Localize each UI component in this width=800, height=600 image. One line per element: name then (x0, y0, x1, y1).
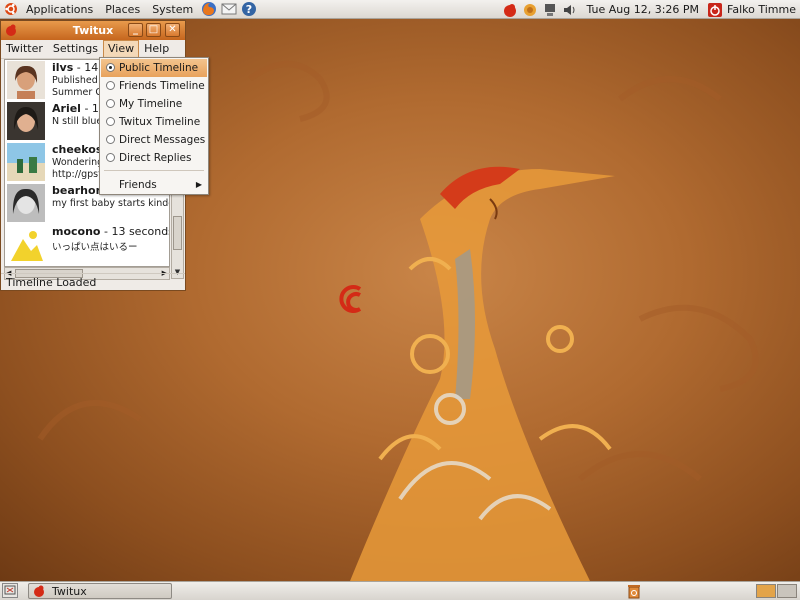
menu-item-label: Twitux Timeline (119, 116, 201, 128)
menu-item-friends[interactable]: Friends ▶ (101, 176, 207, 194)
workspace-1[interactable] (756, 584, 776, 598)
power-icon[interactable] (707, 2, 723, 18)
menu-item-twitux-timeline[interactable]: Twitux Timeline (101, 113, 207, 131)
top-panel: Applications Places System ? Tue Aug 12,… (0, 0, 800, 19)
volume-icon[interactable] (562, 2, 578, 18)
workspace-2[interactable] (777, 584, 797, 598)
menu-item-public-timeline[interactable]: Public Timeline (101, 59, 207, 77)
status-bar: Timeline Loaded (1, 273, 185, 290)
close-icon: ✕ (168, 24, 177, 35)
taskbar-item-twitux[interactable]: Twitux (28, 583, 172, 599)
radio-icon (106, 153, 115, 162)
avatar (7, 61, 45, 99)
menu-item-label: Friends (119, 179, 157, 191)
vertical-scroll-thumb[interactable] (173, 216, 182, 250)
radio-selected-icon (106, 63, 115, 72)
bottom-panel: Twitux (0, 581, 800, 600)
menu-twitter[interactable]: Twitter (1, 40, 48, 58)
menu-item-direct-messages[interactable]: Direct Messages (101, 131, 207, 149)
user-switcher[interactable]: Falko Timme (725, 0, 800, 19)
maximize-icon: □ (148, 24, 159, 35)
close-button[interactable]: ✕ (165, 23, 180, 37)
tweet-author[interactable]: ilvs (52, 61, 73, 74)
radio-icon (106, 99, 115, 108)
tweet-author[interactable]: cheekos (52, 143, 102, 156)
twitux-tray-icon[interactable] (502, 2, 518, 18)
tweet-author[interactable]: bearhon (52, 184, 103, 197)
tweet-text: Wondering (52, 157, 104, 168)
tweet-time: - 13 seconds a (103, 225, 170, 238)
maximize-button[interactable]: □ (146, 23, 161, 37)
places-menu[interactable]: Places (99, 0, 146, 19)
system-tray: Tue Aug 12, 3:26 PM Falko Timme (500, 0, 800, 19)
show-desktop-icon (4, 585, 16, 595)
twitux-task-icon (34, 585, 44, 597)
menu-item-label: My Timeline (119, 98, 183, 110)
clock[interactable]: Tue Aug 12, 3:26 PM (580, 0, 705, 19)
network-icon[interactable] (542, 2, 558, 18)
menu-item-label: Friends Timeline (119, 80, 205, 92)
menu-item-label: Public Timeline (119, 62, 199, 74)
menu-item-label: Direct Messages (119, 134, 206, 146)
tweet-text: N still blue (52, 116, 103, 127)
tweet-author[interactable]: Ariel (52, 102, 81, 115)
menu-item-direct-replies[interactable]: Direct Replies (101, 149, 207, 167)
menu-item-my-timeline[interactable]: My Timeline (101, 95, 207, 113)
menu-item-friends-timeline[interactable]: Friends Timeline (101, 77, 207, 95)
menu-view[interactable]: View (103, 40, 140, 58)
tweet-item[interactable]: mocono - 13 seconds a いっぱい点はいるー (5, 224, 170, 265)
applications-menu[interactable]: Applications (20, 0, 99, 19)
update-notifier-icon[interactable] (522, 2, 538, 18)
mail-icon[interactable] (221, 1, 237, 17)
avatar (7, 102, 45, 140)
window-titlebar[interactable]: Twitux _ □ ✕ (1, 21, 185, 40)
trash-icon[interactable] (626, 583, 642, 599)
minimize-icon: _ (133, 24, 138, 35)
radio-icon (106, 135, 115, 144)
help-icon[interactable]: ? (241, 1, 257, 17)
minimize-button[interactable]: _ (128, 23, 143, 37)
workspace-switcher[interactable] (756, 584, 798, 598)
tweet-text: いっぱい点はいるー (52, 242, 138, 253)
tweet-text: my first baby starts kinder (52, 198, 170, 209)
menu-item-label: Direct Replies (119, 152, 192, 164)
show-desktop-button[interactable] (2, 583, 18, 598)
taskbar-item-label: Twitux (52, 584, 87, 598)
submenu-arrow-icon: ▶ (195, 180, 202, 189)
tweet-text: Summer G (52, 87, 103, 98)
radio-icon (106, 117, 115, 126)
menu-settings[interactable]: Settings (48, 40, 103, 58)
svg-text:?: ? (246, 3, 252, 16)
ubuntu-logo-icon[interactable] (4, 2, 18, 16)
avatar (7, 143, 45, 181)
avatar (7, 184, 45, 222)
menu-help[interactable]: Help (139, 40, 174, 58)
avatar (7, 225, 45, 263)
system-menu[interactable]: System (146, 0, 199, 19)
firefox-icon[interactable] (201, 1, 217, 17)
tweet-author[interactable]: mocono (52, 225, 101, 238)
view-menu-dropdown: Public Timeline Friends Timeline My Time… (99, 57, 209, 195)
menu-separator (104, 170, 204, 171)
radio-icon (106, 81, 115, 90)
